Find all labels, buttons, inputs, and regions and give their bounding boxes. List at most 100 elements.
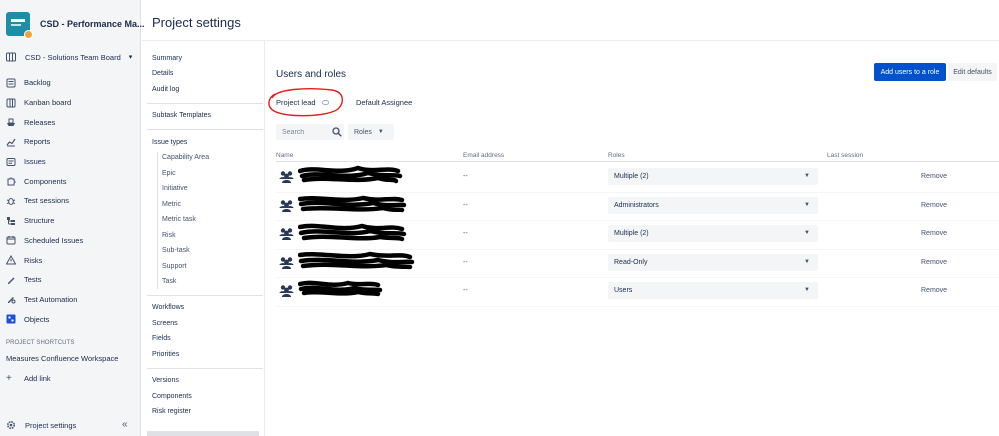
role-value: Administrators	[614, 201, 659, 209]
settings-nav-screens[interactable]: Screens	[152, 320, 178, 327]
roles-filter-dropdown[interactable]: Roles ▼	[348, 124, 394, 140]
shortcut-confluence-link[interactable]: Measures Confluence Workspace	[6, 354, 118, 363]
role-select[interactable]: Read-Only ▼	[608, 253, 818, 271]
issue-type-item[interactable]: Epic	[162, 170, 176, 177]
issue-type-item[interactable]: Sub-task	[162, 247, 190, 254]
remove-link[interactable]: Remove	[921, 287, 947, 294]
remove-link[interactable]: Remove	[921, 173, 947, 180]
remove-link[interactable]: Remove	[921, 230, 947, 237]
column-header-name: Name	[276, 152, 294, 159]
users-group-icon	[279, 171, 294, 183]
add-users-to-role-button[interactable]: Add users to a role	[874, 63, 946, 81]
sidebar-item-issues[interactable]: Issues	[6, 152, 83, 172]
section-title: Users and roles	[276, 69, 347, 80]
role-select[interactable]: Multiple (2) ▼	[608, 168, 818, 185]
sidebar-item-risks[interactable]: Risks	[6, 250, 83, 270]
kanban-icon	[6, 98, 16, 108]
role-select[interactable]: Users ▼	[608, 282, 818, 299]
issues-icon	[6, 157, 16, 167]
puzzle-icon	[6, 176, 16, 186]
settings-nav-components[interactable]: Components	[152, 393, 192, 400]
sidebar-item-label: Kanban board	[24, 98, 72, 108]
role-value: Multiple (2)	[614, 230, 649, 237]
settings-nav-risk-register[interactable]: Risk register	[152, 408, 191, 415]
board-icon	[6, 52, 16, 62]
edit-defaults-button[interactable]: Edit defaults	[948, 63, 997, 81]
roles-filter-label: Roles	[354, 128, 372, 136]
issue-type-item[interactable]: Capability Area	[162, 154, 209, 161]
table-row: -- Multiple (2) ▼ Remove	[276, 163, 999, 192]
settings-nav-audit-log[interactable]: Audit log	[152, 86, 179, 93]
plus-icon: +	[6, 373, 12, 384]
role-select[interactable]: Administrators ▼	[608, 196, 818, 214]
sidebar-item-tests[interactable]: Tests	[6, 270, 83, 290]
sidebar-item-test-sessions[interactable]: Test sessions	[6, 191, 83, 211]
column-header-email: Email address	[463, 152, 505, 159]
role-value: Users	[614, 287, 633, 294]
issue-type-item[interactable]: Initiative	[162, 185, 188, 192]
board-selector[interactable]: CSD - Solutions Team Board ▾	[6, 52, 132, 62]
settings-nav-priorities[interactable]: Priorities	[152, 351, 179, 358]
issue-type-item[interactable]: Metric task	[162, 216, 196, 223]
remove-link[interactable]: Remove	[921, 202, 947, 209]
users-group-icon	[279, 256, 294, 269]
settings-nav-workflows[interactable]: Workflows	[152, 304, 184, 311]
settings-nav-versions[interactable]: Versions	[152, 377, 179, 384]
collapse-sidebar-icon[interactable]: «	[122, 419, 128, 430]
search-icon[interactable]	[332, 127, 342, 137]
project-lead-field[interactable]: Project lead	[276, 98, 329, 107]
remove-link[interactable]: Remove	[921, 259, 947, 266]
scrollbar[interactable]	[147, 431, 259, 436]
role-select[interactable]: Multiple (2) ▼	[608, 225, 818, 242]
default-assignee-field[interactable]: Default Assignee	[356, 98, 412, 107]
settings-nav-fields[interactable]: Fields	[152, 335, 171, 342]
issue-type-item[interactable]: Support	[162, 263, 187, 270]
issue-type-item[interactable]: Metric	[162, 201, 181, 208]
table-row: -- Read-Only ▼ Remove	[276, 249, 999, 278]
issue-type-item[interactable]: Risk	[162, 232, 176, 239]
redacted-name	[298, 195, 407, 212]
project-lead-label: Project lead	[276, 98, 316, 107]
sidebar-item-scheduled-issues[interactable]: Scheduled Issues	[6, 231, 83, 251]
sidebar-item-label: Backlog	[24, 78, 51, 88]
settings-nav-summary[interactable]: Summary	[152, 55, 182, 62]
sidebar-item-kanban-board[interactable]: Kanban board	[6, 93, 83, 113]
divider	[147, 103, 263, 104]
role-value: Read-Only	[614, 258, 648, 266]
sidebar-item-backlog[interactable]: Backlog	[6, 73, 83, 93]
redacted-name	[298, 223, 407, 242]
issue-type-item[interactable]: Task	[162, 278, 176, 285]
settings-nav-details[interactable]: Details	[152, 70, 173, 77]
sidebar-item-components[interactable]: Components	[6, 171, 83, 191]
sidebar-item-label: Tests	[24, 275, 42, 285]
redacted-name	[298, 165, 403, 184]
sidebar-item-project-settings[interactable]: Project settings	[6, 420, 76, 430]
chevron-down-icon: ▾	[128, 54, 133, 61]
row-divider	[276, 305, 999, 307]
settings-nav-issue-types[interactable]: Issue types	[152, 139, 187, 146]
sidebar-item-structure[interactable]: Structure	[6, 211, 83, 231]
sidebar-item-label: Test sessions	[24, 196, 70, 206]
project-header[interactable]: CSD - Performance Ma...	[6, 12, 145, 39]
table-row: -- Multiple (2) ▼ Remove	[276, 220, 999, 249]
sidebar-item-objects[interactable]: Objects	[6, 309, 83, 329]
chevron-down-icon: ▼	[377, 129, 384, 135]
email-cell: --	[463, 201, 468, 209]
chevron-down-icon: ▼	[804, 201, 810, 208]
pen-gear-icon	[6, 294, 16, 304]
search-input[interactable]	[282, 128, 326, 136]
divider	[147, 368, 263, 369]
backlog-icon	[6, 78, 16, 88]
sidebar-item-reports[interactable]: Reports	[6, 132, 83, 152]
sidebar-item-label: Scheduled Issues	[24, 235, 84, 245]
project-avatar-icon	[6, 12, 33, 39]
sidebar-item-test-automation[interactable]: Test Automation	[6, 290, 83, 310]
sidebar-item-releases[interactable]: Releases	[6, 112, 83, 132]
sidebar-item-label: Issues	[24, 157, 46, 167]
column-header-last-session: Last session	[827, 152, 864, 159]
settings-nav-subtask-templates[interactable]: Subtask Templates	[152, 112, 211, 119]
page-title: Project settings	[152, 15, 241, 30]
add-link-button[interactable]: + Add link	[6, 373, 51, 384]
table-row: -- Users ▼ Remove	[276, 277, 999, 306]
ship-icon	[6, 117, 16, 127]
